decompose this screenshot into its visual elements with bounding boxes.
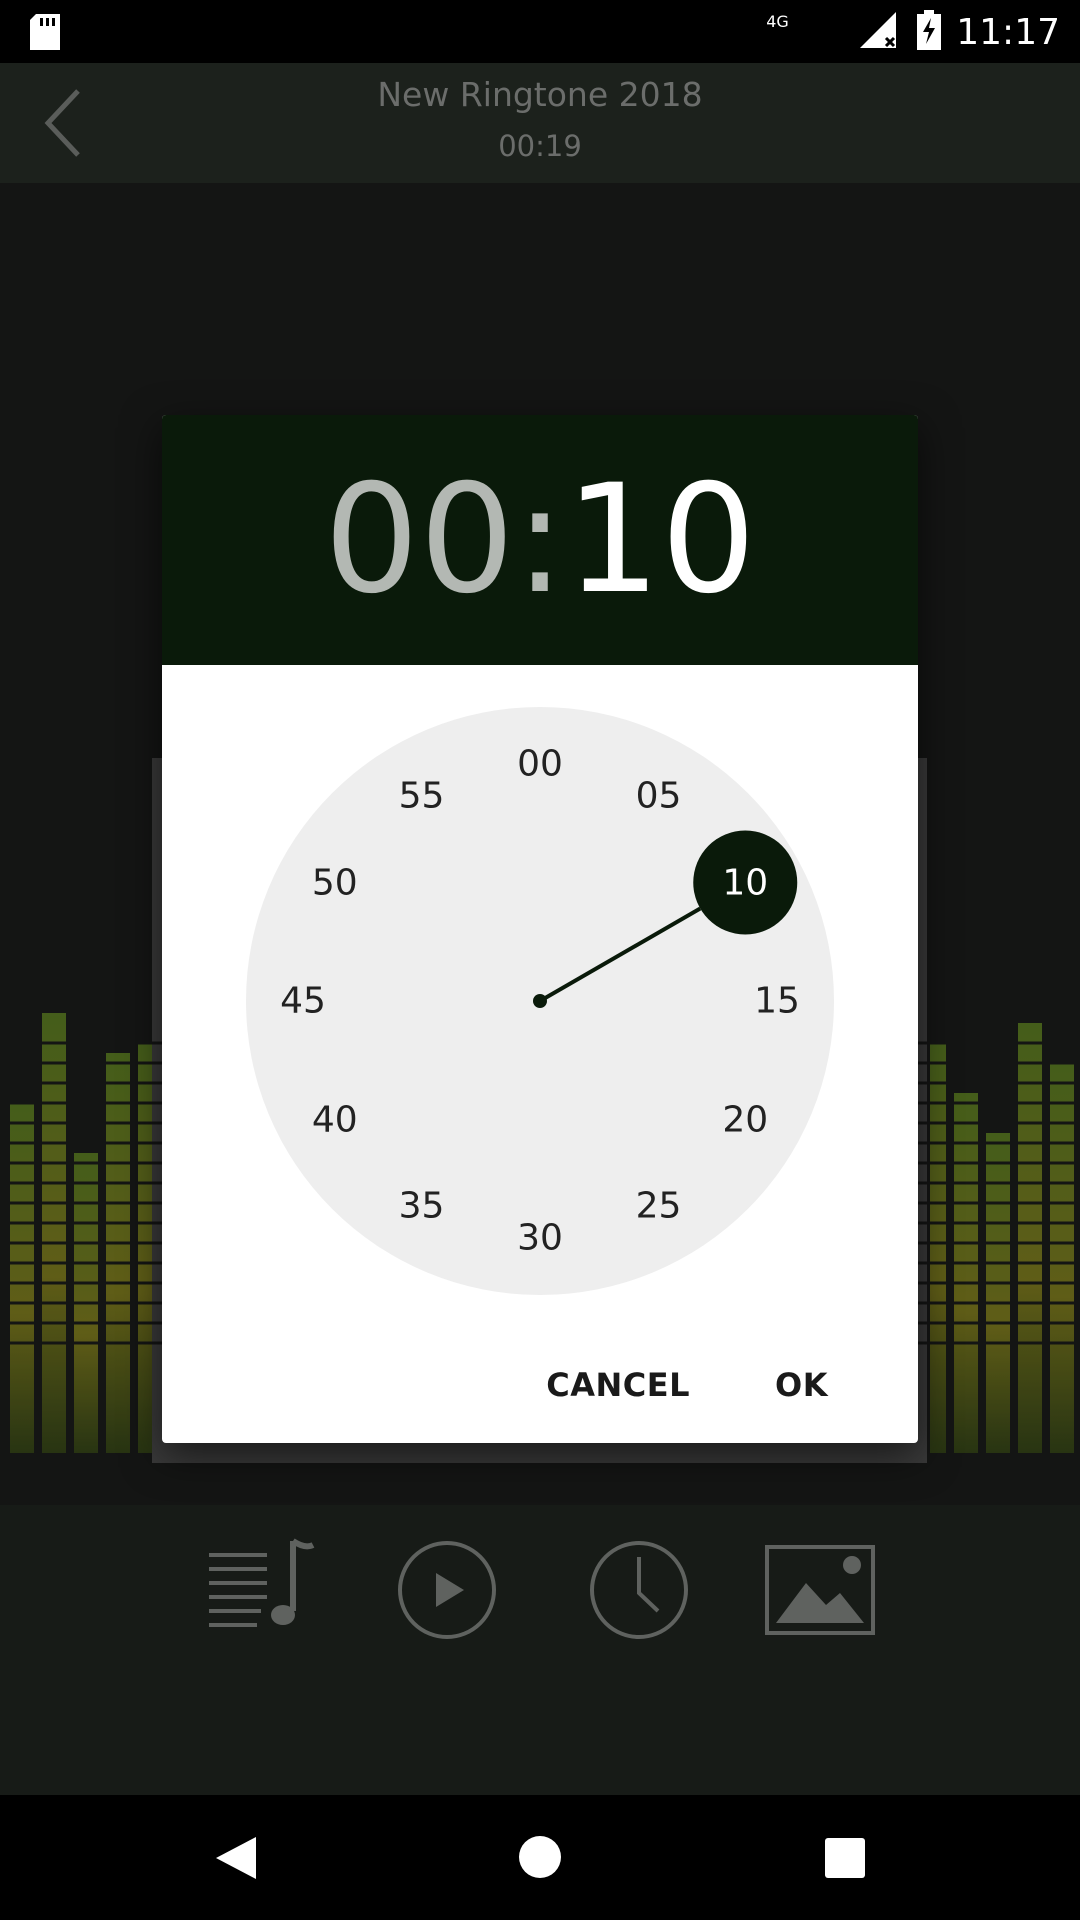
seconds-value[interactable]: 10 (565, 453, 756, 627)
network-type: 4G (766, 12, 789, 31)
page-title: New Ringtone 2018 (377, 75, 703, 114)
minutes-value[interactable]: 00 (324, 453, 515, 627)
app-header: New Ringtone 2018 00:19 (0, 63, 1080, 183)
dialog-header: 00:10 (162, 415, 918, 665)
clock-number-15[interactable]: 15 (754, 981, 800, 1022)
time-separator: : (514, 453, 566, 627)
clock-number-30[interactable]: 30 (517, 1218, 563, 1259)
clock-number-10[interactable]: 10 (722, 862, 768, 903)
time-picker-dialog: 00:10 00 05 10 15 20 25 30 35 40 45 50 55 CANCEL OK (162, 415, 918, 1443)
home-circle-icon[interactable] (518, 1835, 562, 1883)
time-display: 00:10 (162, 465, 918, 615)
battery-charging-icon (916, 10, 942, 54)
ok-button[interactable]: OK (765, 1350, 838, 1420)
dialog-actions: CANCEL OK (162, 1350, 918, 1430)
clock-number-00[interactable]: 00 (517, 744, 563, 785)
play-circle-icon[interactable] (392, 1535, 502, 1645)
clock-hand (538, 906, 702, 1003)
clock-number-05[interactable]: 05 (636, 775, 682, 816)
clock-time: 11:17 (956, 11, 1060, 53)
image-icon[interactable] (764, 1535, 876, 1645)
clock-number-25[interactable]: 25 (636, 1186, 682, 1227)
clock-number-20[interactable]: 20 (722, 1099, 768, 1140)
clock-number-35[interactable]: 35 (399, 1186, 445, 1227)
clock-number-50[interactable]: 50 (312, 862, 358, 903)
cancel-button[interactable]: CANCEL (536, 1350, 700, 1420)
clock-number-55[interactable]: 55 (399, 775, 445, 816)
music-list-icon[interactable] (205, 1535, 315, 1645)
clock-dial[interactable]: 00 05 10 15 20 25 30 35 40 45 50 55 (246, 707, 834, 1295)
back-triangle-icon[interactable] (214, 1835, 258, 1885)
clock-center-dot (533, 994, 547, 1008)
bottom-toolbar (0, 1505, 1080, 1795)
navigation-bar (0, 1795, 1080, 1920)
signal-icon (858, 10, 898, 54)
duration-label: 00:19 (498, 129, 582, 163)
clock-icon[interactable] (584, 1535, 694, 1645)
clock-hand-layer (533, 830, 798, 1008)
status-right: 4G 11:17 (766, 6, 1060, 58)
clock-number-40[interactable]: 40 (312, 1099, 358, 1140)
sd-card-icon (30, 14, 60, 54)
status-bar: 4G 11:17 (0, 0, 1080, 63)
clock-number-45[interactable]: 45 (280, 981, 326, 1022)
recents-square-icon[interactable] (824, 1837, 866, 1883)
